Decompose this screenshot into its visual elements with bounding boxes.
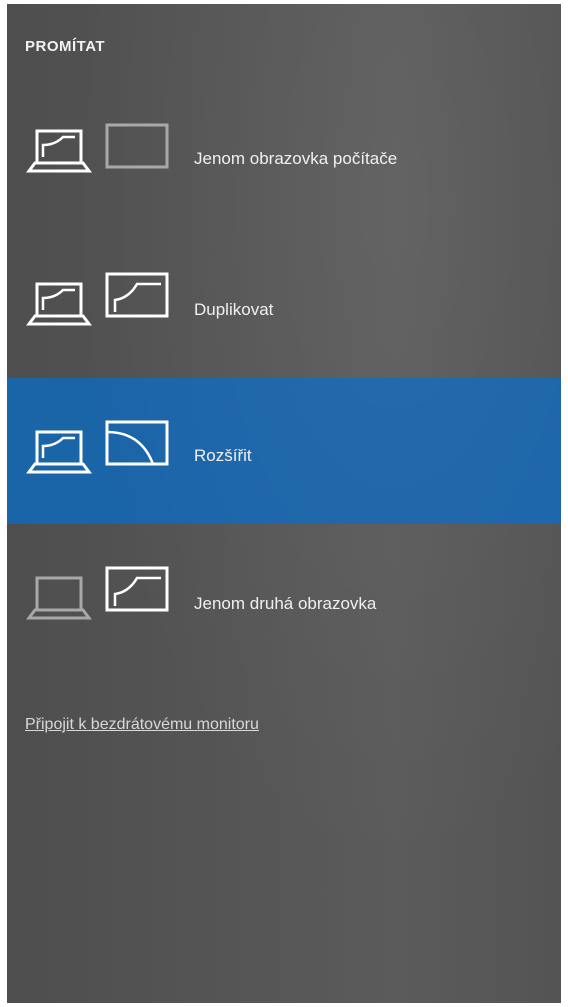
connect-wireless-display-link[interactable]: Připojit k bezdrátovému monitoru — [25, 716, 259, 734]
panel-title: PROMÍTAT — [25, 38, 106, 55]
option-label: Rozšířit — [194, 446, 252, 465]
option-label: Duplikovat — [194, 300, 274, 319]
option-label: Jenom druhá obrazovka — [194, 594, 377, 613]
option-duplicate[interactable]: Duplikovat — [7, 234, 561, 380]
second-screen-only-icon — [26, 566, 169, 620]
extend-icon — [26, 420, 169, 474]
option-extend[interactable]: Rozšířit — [7, 378, 561, 524]
duplicate-icon — [26, 272, 169, 326]
project-panel: PROMÍTAT Jenom obrazovka počítače Duplik… — [7, 4, 561, 1003]
pc-screen-only-icon — [26, 123, 169, 173]
option-second-screen-only[interactable]: Jenom druhá obrazovka — [7, 528, 561, 674]
option-pc-screen-only[interactable]: Jenom obrazovka počítače — [7, 87, 561, 233]
option-label: Jenom obrazovka počítače — [194, 149, 398, 168]
